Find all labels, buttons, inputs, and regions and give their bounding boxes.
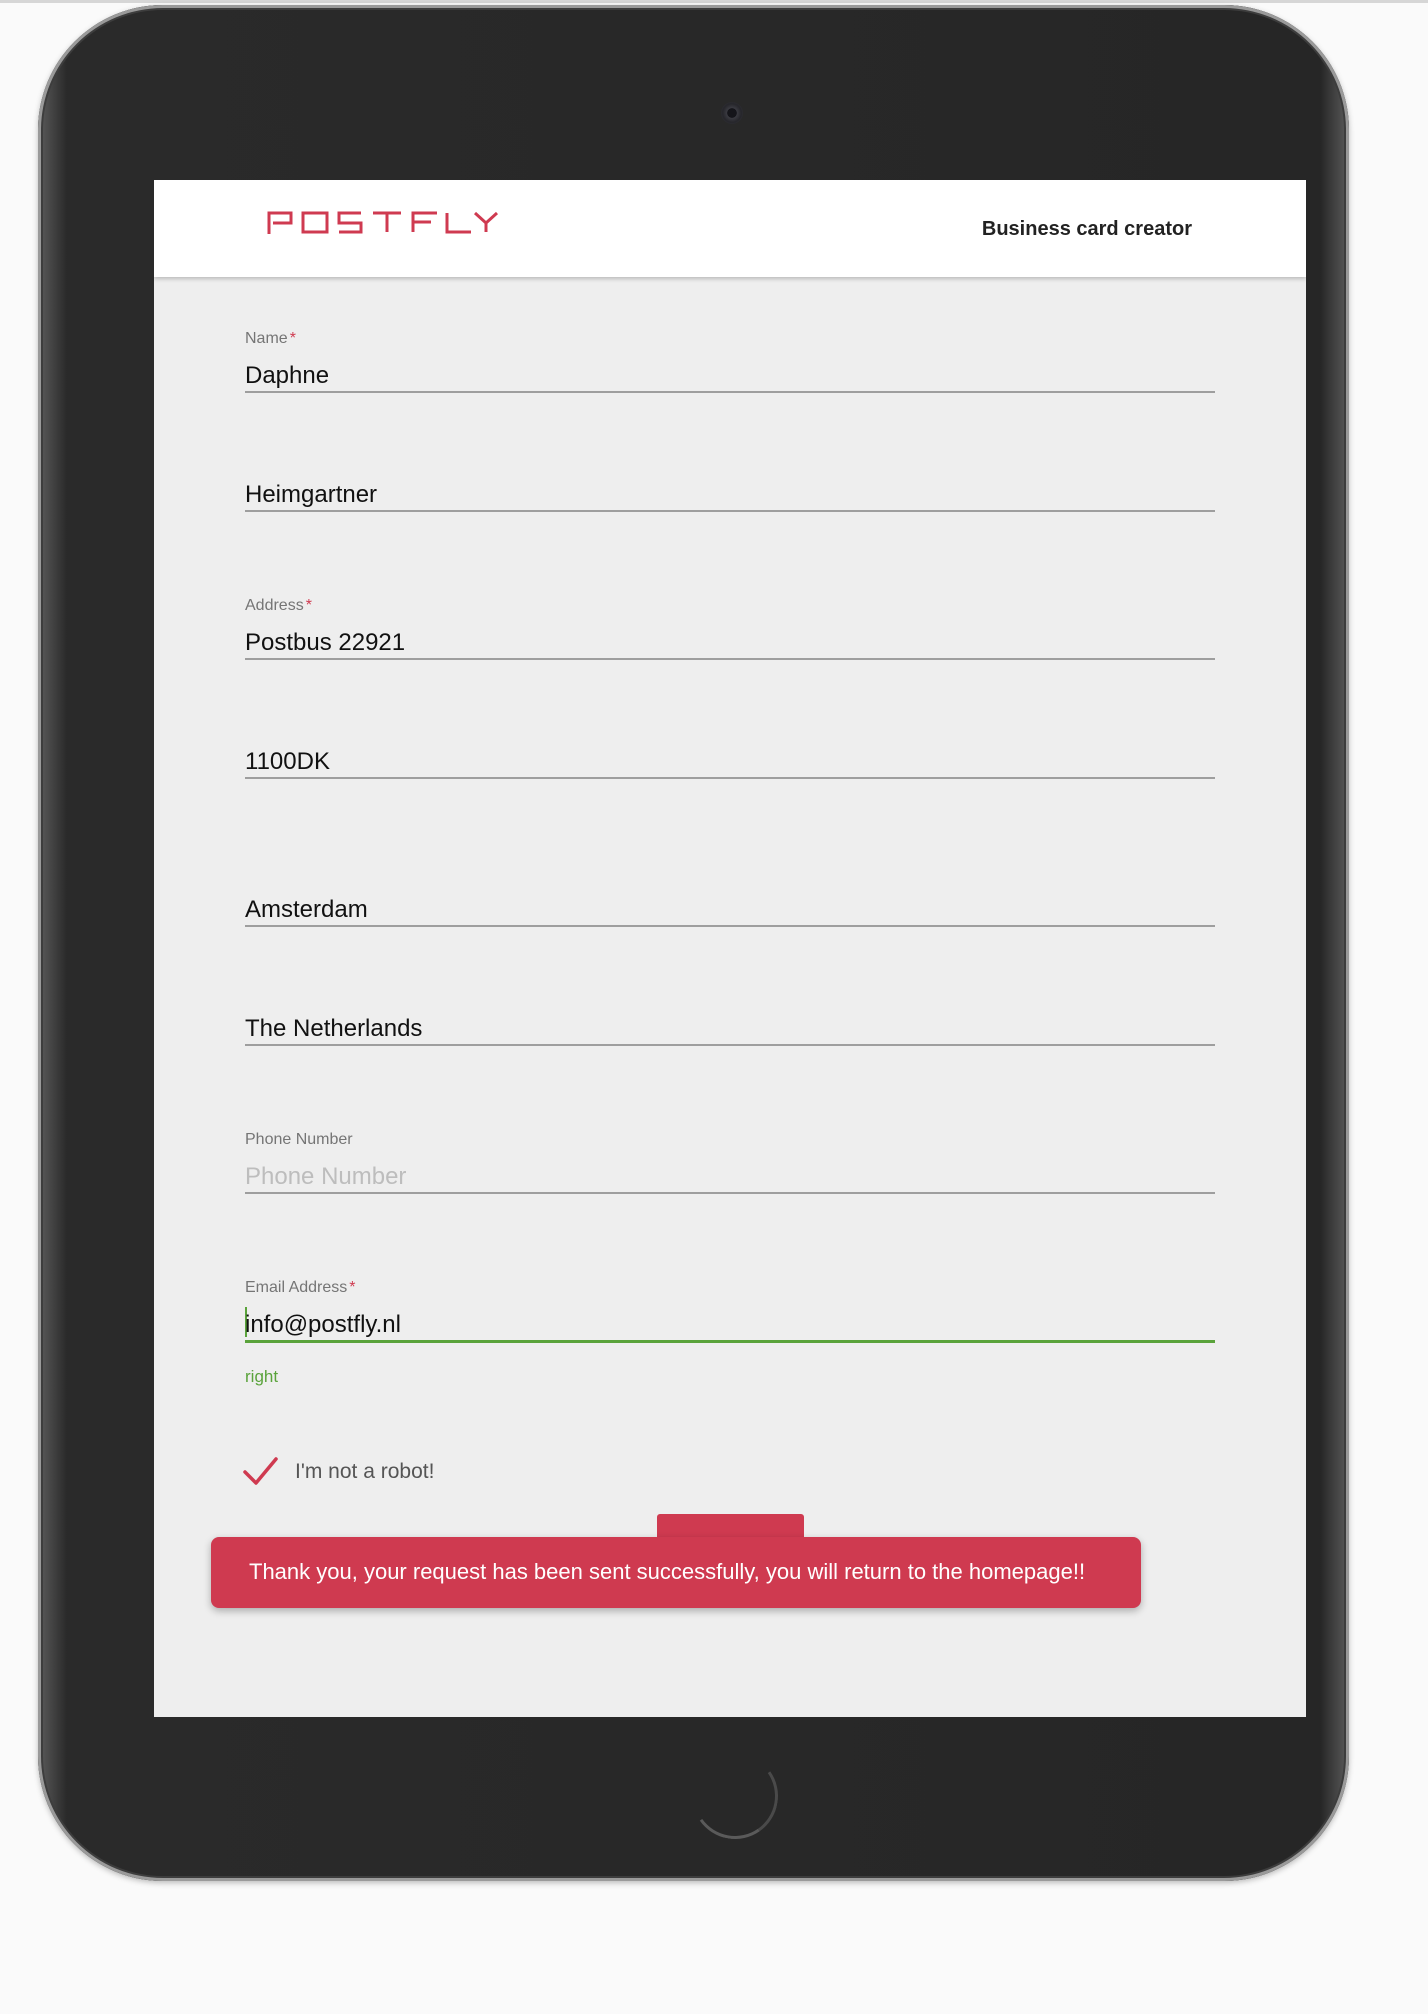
toast-message: Thank you, your request has been sent su…: [249, 1559, 1086, 1584]
last-name-input[interactable]: Heimgartner: [245, 481, 377, 509]
header-title[interactable]: Business card creator: [982, 218, 1192, 241]
phone-underline: [245, 1192, 1215, 1194]
camera-icon: [721, 102, 743, 124]
required-mark: *: [305, 597, 312, 614]
phone-label: Phone Number: [245, 1131, 353, 1148]
name-label: Name *: [245, 330, 296, 348]
last-name-underline: [245, 510, 1215, 512]
email-helper-text: right: [245, 1367, 279, 1386]
name-input[interactable]: Daphne: [245, 362, 329, 390]
email-label: Email Address *: [245, 1279, 356, 1297]
tablet-frame: Business card creator Name * Daphne Heimg…: [38, 5, 1349, 1881]
country-field[interactable]: The Netherlands: [245, 1015, 1215, 1047]
postal-code-underline: [245, 777, 1215, 779]
required-mark: *: [349, 1279, 356, 1296]
phone-input[interactable]: Phone Number: [245, 1163, 406, 1191]
name-underline: [245, 391, 1215, 393]
robot-checkbox-label: I'm not a robot!: [295, 1460, 435, 1483]
country-input[interactable]: The Netherlands: [245, 1015, 422, 1043]
browser-top-edge: [0, 0, 1428, 3]
name-field[interactable]: Name * Daphne: [245, 330, 1215, 394]
success-toast: Thank you, your request has been sent su…: [211, 1537, 1141, 1608]
postal-code-input[interactable]: 1100DK: [245, 748, 330, 776]
required-mark: *: [289, 330, 296, 347]
city-field[interactable]: Amsterdam: [245, 896, 1215, 928]
app-header: Business card creator: [154, 180, 1306, 277]
address-field[interactable]: Address * Postbus 22921: [245, 597, 1215, 661]
postfly-logo[interactable]: [267, 210, 499, 241]
checkmark-icon[interactable]: [241, 1452, 281, 1492]
address-label: Address *: [245, 597, 312, 615]
address-underline: [245, 658, 1215, 660]
city-input[interactable]: Amsterdam: [245, 896, 368, 924]
name-label-text: Name: [245, 330, 288, 347]
country-underline: [245, 1044, 1215, 1046]
app-screen: Business card creator Name * Daphne Heimg…: [154, 180, 1306, 1717]
email-underline: [245, 1340, 1215, 1343]
email-field[interactable]: Email Address * info@postfly.nl right: [245, 1279, 1215, 1386]
email-label-text: Email Address: [245, 1279, 348, 1296]
address-input[interactable]: Postbus 22921: [245, 629, 405, 657]
home-button[interactable]: [685, 1746, 785, 1846]
phone-field[interactable]: Phone Number Phone Number: [245, 1131, 1215, 1195]
city-underline: [245, 925, 1215, 927]
postal-code-field[interactable]: 1100DK: [245, 748, 1215, 780]
address-label-text: Address: [245, 597, 304, 614]
postfly-logo-icon: [267, 211, 499, 234]
last-name-field[interactable]: Heimgartner: [245, 481, 1215, 513]
email-input[interactable]: info@postfly.nl: [245, 1311, 401, 1339]
